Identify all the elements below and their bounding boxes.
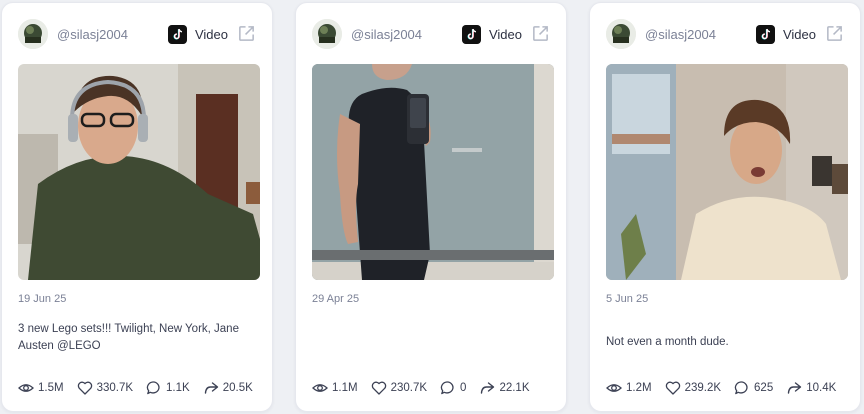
video-thumbnail[interactable] [18, 64, 260, 280]
share-icon [204, 382, 218, 394]
comments-count: 0 [460, 382, 467, 394]
card-header: @silasj2004 Video [312, 19, 550, 49]
avatar-icon [18, 19, 48, 49]
eye-icon [606, 384, 622, 392]
comments-stat: 625 [734, 380, 773, 396]
share-icon [481, 382, 495, 394]
tiktok-icon [461, 24, 481, 44]
tiktok-icon [167, 24, 187, 44]
platform-label: Video [194, 26, 228, 42]
platform-badge: Video [755, 24, 816, 44]
avatar[interactable] [312, 19, 342, 49]
comment-icon [734, 381, 748, 395]
platform-badge: Video [167, 24, 228, 44]
thumbnail-image [606, 64, 848, 280]
post-stats: 1.1M 230.7K 0 22.1K [312, 379, 556, 397]
video-thumbnail[interactable] [312, 64, 554, 280]
shares-count: 22.1K [499, 382, 530, 394]
comments-count: 1.1K [166, 382, 190, 394]
comment-icon [440, 381, 454, 395]
shares-stat: 20.5K [203, 380, 253, 396]
post-card[interactable]: @silasj2004 Video [295, 2, 567, 412]
platform-badge: Video [461, 24, 522, 44]
card-header: @silasj2004 Video [18, 19, 256, 49]
views-count: 1.5M [38, 382, 64, 394]
shares-stat: 10.4K [786, 380, 836, 396]
likes-count: 239.2K [684, 382, 722, 394]
shares-count: 20.5K [222, 382, 253, 394]
heart-icon [77, 381, 92, 395]
username[interactable]: @silasj2004 [57, 27, 128, 42]
post-card[interactable]: @silasj2004 Video [1, 2, 273, 412]
avatar-icon [312, 19, 342, 49]
comment-icon [146, 381, 160, 395]
share-icon [788, 382, 802, 394]
likes-stat: 330.7K [77, 380, 133, 396]
video-thumbnail[interactable] [606, 64, 848, 280]
shares-stat: 22.1K [479, 380, 530, 396]
likes-stat: 230.7K [371, 380, 427, 396]
comments-stat: 0 [440, 380, 466, 396]
post-stats: 1.2M 239.2K 625 10.4K [606, 379, 850, 397]
external-link-icon[interactable] [237, 24, 256, 43]
post-caption: 3 new Lego sets!!! Twilight, New York, J… [18, 323, 239, 352]
heart-icon [665, 381, 680, 395]
post-card[interactable]: @silasj2004 Video [589, 2, 861, 412]
post-caption: Not even a month dude. [606, 336, 729, 348]
likes-count: 230.7K [390, 382, 428, 394]
thumbnail-image [312, 64, 554, 280]
heart-icon [371, 381, 386, 395]
tiktok-icon [755, 24, 775, 44]
likes-stat: 239.2K [665, 380, 721, 396]
eye-icon [18, 384, 34, 392]
external-link-icon[interactable] [531, 24, 550, 43]
platform-label: Video [782, 26, 816, 42]
views-stat: 1.1M [312, 380, 358, 396]
views-count: 1.2M [626, 382, 652, 394]
post-stats: 1.5M 330.7K 1.1K 20.5K [18, 379, 262, 397]
shares-count: 10.4K [806, 382, 837, 394]
avatar-icon [606, 19, 636, 49]
comments-count: 625 [754, 382, 774, 394]
post-date: 5 Jun 25 [606, 293, 649, 305]
views-count: 1.1M [332, 382, 358, 394]
avatar[interactable] [606, 19, 636, 49]
card-header: @silasj2004 Video [606, 19, 844, 49]
post-date: 29 Apr 25 [312, 293, 360, 305]
external-link-icon[interactable] [825, 24, 844, 43]
avatar[interactable] [18, 19, 48, 49]
post-date: 19 Jun 25 [18, 293, 67, 305]
username[interactable]: @silasj2004 [645, 27, 716, 42]
username[interactable]: @silasj2004 [351, 27, 422, 42]
platform-label: Video [488, 26, 522, 42]
comments-stat: 1.1K [146, 380, 190, 396]
views-stat: 1.2M [606, 380, 652, 396]
eye-icon [312, 384, 328, 392]
views-stat: 1.5M [18, 380, 64, 396]
thumbnail-image [18, 64, 260, 280]
likes-count: 330.7K [96, 382, 134, 394]
